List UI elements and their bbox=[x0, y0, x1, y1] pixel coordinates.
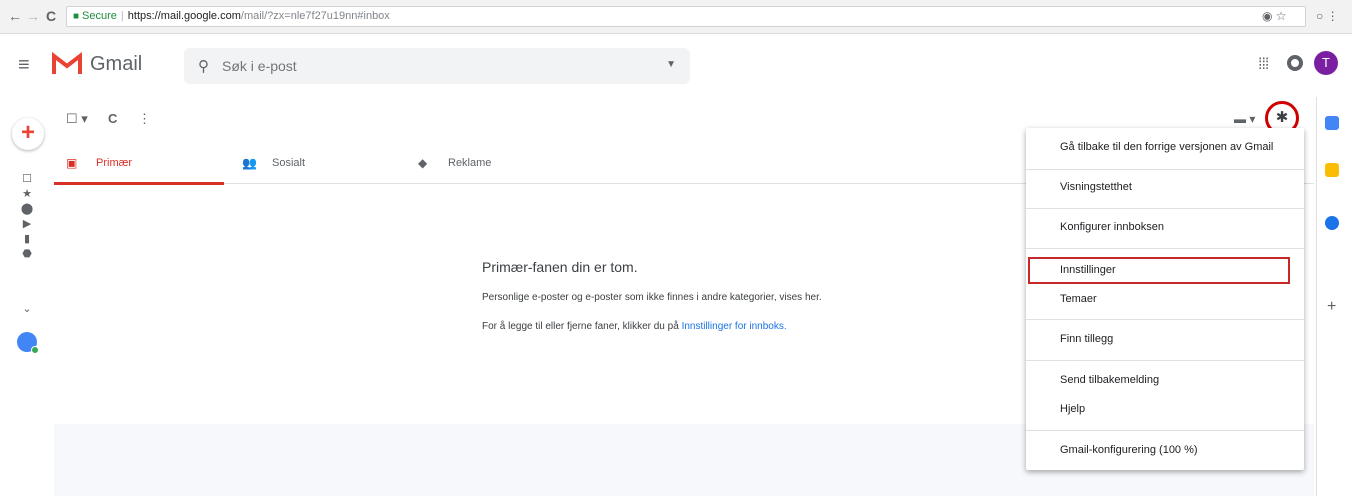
main-menu-icon[interactable]: ≡ bbox=[18, 55, 30, 75]
menu-item-themes[interactable]: Temaer bbox=[1060, 293, 1097, 305]
view-toggle-icon[interactable]: ▬ ▾ bbox=[1234, 112, 1255, 126]
keep-icon[interactable] bbox=[1325, 163, 1339, 177]
url-path: /mail/?zx=nle7f27u19nn#inbox bbox=[240, 10, 390, 22]
snoozed-icon[interactable]: ⬤ bbox=[20, 202, 34, 215]
search-options-icon[interactable]: ▼ bbox=[666, 59, 676, 70]
calendar-icon[interactable] bbox=[1325, 116, 1339, 130]
menu-item-get-addons[interactable]: Finn tillegg bbox=[1060, 333, 1113, 345]
menu-divider bbox=[1026, 360, 1304, 361]
menu-divider bbox=[1026, 208, 1304, 209]
menu-item-revert-classic[interactable]: Gå tilbake til den forrige versjonen av … bbox=[1060, 141, 1273, 153]
url-host: https://mail.google.com bbox=[127, 10, 241, 22]
browser-chrome: ← → C ■ Secure | https://mail.google.com/ma… bbox=[0, 0, 1352, 34]
back-icon[interactable]: ← bbox=[8, 8, 22, 24]
gmail-header: ≡ Gmail ⚲ ▼ ⁞⁞⁞ T bbox=[0, 35, 1352, 97]
reload-icon[interactable]: C bbox=[46, 8, 56, 24]
menu-divider bbox=[1026, 169, 1304, 170]
app-title: Gmail bbox=[90, 53, 143, 75]
empty-state-hint-text: For å legge til eller fjerne faner, klik… bbox=[482, 321, 679, 332]
inbox-tab-icon: ▣ bbox=[66, 156, 78, 170]
inbox-icon[interactable]: ☐ bbox=[20, 172, 34, 185]
tab-label: Sosialt bbox=[272, 157, 306, 169]
sent-icon[interactable]: ▶ bbox=[20, 217, 34, 230]
notifications-icon[interactable] bbox=[1287, 55, 1303, 71]
more-options-icon[interactable]: ⋮ bbox=[138, 111, 151, 127]
settings-menu: Gå tilbake til den forrige versjonen av … bbox=[1026, 128, 1304, 470]
tab-label: Primær bbox=[96, 157, 133, 169]
add-addon-icon[interactable]: + bbox=[1327, 298, 1336, 316]
search-icon[interactable]: ⚲ bbox=[198, 57, 209, 75]
tab-social[interactable]: 👥 Sosialt bbox=[230, 142, 400, 184]
starred-icon[interactable]: ★ bbox=[20, 187, 34, 200]
hangouts-avatar[interactable] bbox=[17, 332, 39, 354]
refresh-icon[interactable]: C bbox=[108, 111, 117, 126]
menu-item-gmail-setup[interactable]: Gmail-konfigurering (100 %) bbox=[1060, 444, 1198, 456]
compose-button[interactable]: + bbox=[12, 118, 44, 150]
bookmark-star-icon[interactable]: ◉ ☆ bbox=[1262, 9, 1287, 23]
menu-item-send-feedback[interactable]: Send tilbakemelding bbox=[1060, 374, 1159, 386]
address-bar[interactable]: ■ Secure | https://mail.google.com/mail/?zx… bbox=[66, 6, 1306, 27]
menu-item-display-density[interactable]: Visningstetthet bbox=[1060, 181, 1132, 193]
gmail-logo-icon[interactable] bbox=[52, 52, 82, 76]
tasks-icon[interactable] bbox=[1325, 216, 1339, 230]
menu-item-configure-inbox[interactable]: Konfigurer innboksen bbox=[1060, 221, 1164, 233]
tab-promotions[interactable]: ◆ Reklame bbox=[406, 142, 576, 184]
menu-divider bbox=[1026, 248, 1304, 249]
tab-label: Reklame bbox=[448, 157, 492, 169]
more-chevron-down-icon[interactable]: ⌄ bbox=[20, 302, 34, 315]
secure-label: Secure bbox=[82, 10, 117, 22]
tab-primary[interactable]: ▣ Primær bbox=[54, 142, 224, 185]
active-tab-underline bbox=[54, 182, 224, 185]
browser-menu-icon[interactable]: ○ ⋮ bbox=[1316, 9, 1339, 23]
account-avatar[interactable]: T bbox=[1314, 51, 1338, 75]
menu-item-help[interactable]: Hjelp bbox=[1060, 403, 1085, 415]
menu-divider bbox=[1026, 430, 1304, 431]
empty-state-description: Personlige e-poster og e-poster som ikke… bbox=[482, 292, 822, 303]
side-panel bbox=[1316, 97, 1352, 496]
search-input[interactable] bbox=[222, 54, 622, 78]
empty-state-title: Primær-fanen din er tom. bbox=[482, 259, 638, 275]
tag-icon: ◆ bbox=[418, 156, 428, 170]
label-icon[interactable]: ⬣ bbox=[20, 247, 34, 260]
inbox-settings-link[interactable]: Innstillinger for innboks. bbox=[682, 321, 787, 332]
apps-grid-icon[interactable]: ⁞⁞⁞ bbox=[1258, 56, 1269, 74]
lock-icon: ■ bbox=[73, 11, 80, 22]
people-icon: 👥 bbox=[242, 156, 257, 170]
search-bar[interactable]: ⚲ ▼ bbox=[184, 48, 690, 84]
menu-item-settings[interactable]: Innstillinger bbox=[1060, 264, 1116, 276]
forward-icon[interactable]: → bbox=[26, 8, 40, 24]
menu-divider bbox=[1026, 319, 1304, 320]
select-checkbox-icon[interactable]: ☐ ▾ bbox=[66, 111, 88, 127]
online-status-dot bbox=[31, 346, 39, 354]
empty-state-hint: For å legge til eller fjerne faner, klik… bbox=[482, 321, 787, 332]
drafts-icon[interactable]: ▮ bbox=[20, 232, 34, 245]
